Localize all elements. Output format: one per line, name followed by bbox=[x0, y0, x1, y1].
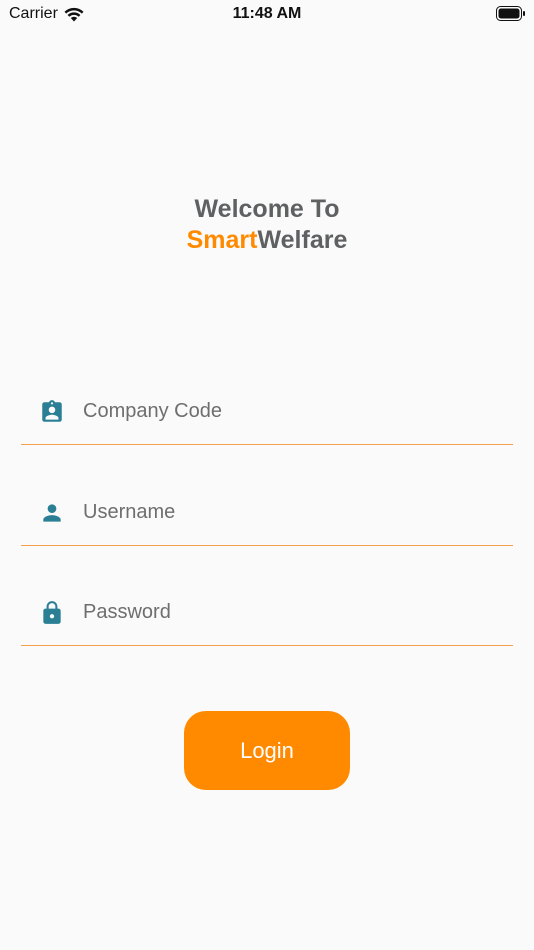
brand-name: SmartWelfare bbox=[0, 225, 534, 256]
status-time: 11:48 AM bbox=[232, 5, 302, 22]
welcome-text: Welcome To bbox=[194, 195, 340, 223]
battery-icon bbox=[496, 6, 525, 21]
username-input[interactable] bbox=[83, 494, 503, 530]
password-input[interactable] bbox=[83, 594, 503, 630]
username-field[interactable] bbox=[21, 490, 513, 546]
lock-icon bbox=[43, 601, 61, 624]
company-code-field[interactable] bbox=[21, 389, 513, 445]
person-icon bbox=[43, 504, 61, 522]
login-button[interactable]: Login bbox=[184, 711, 350, 790]
brand-part-welfare: Welfare bbox=[257, 226, 348, 254]
company-code-input[interactable] bbox=[83, 393, 503, 429]
welcome-title: Welcome To SmartWelfare bbox=[0, 194, 534, 256]
password-field[interactable] bbox=[21, 590, 513, 646]
brand-part-smart: Smart bbox=[186, 226, 258, 254]
status-bar: Carrier 11:48 AM bbox=[0, 0, 534, 28]
badge-icon bbox=[42, 400, 62, 422]
